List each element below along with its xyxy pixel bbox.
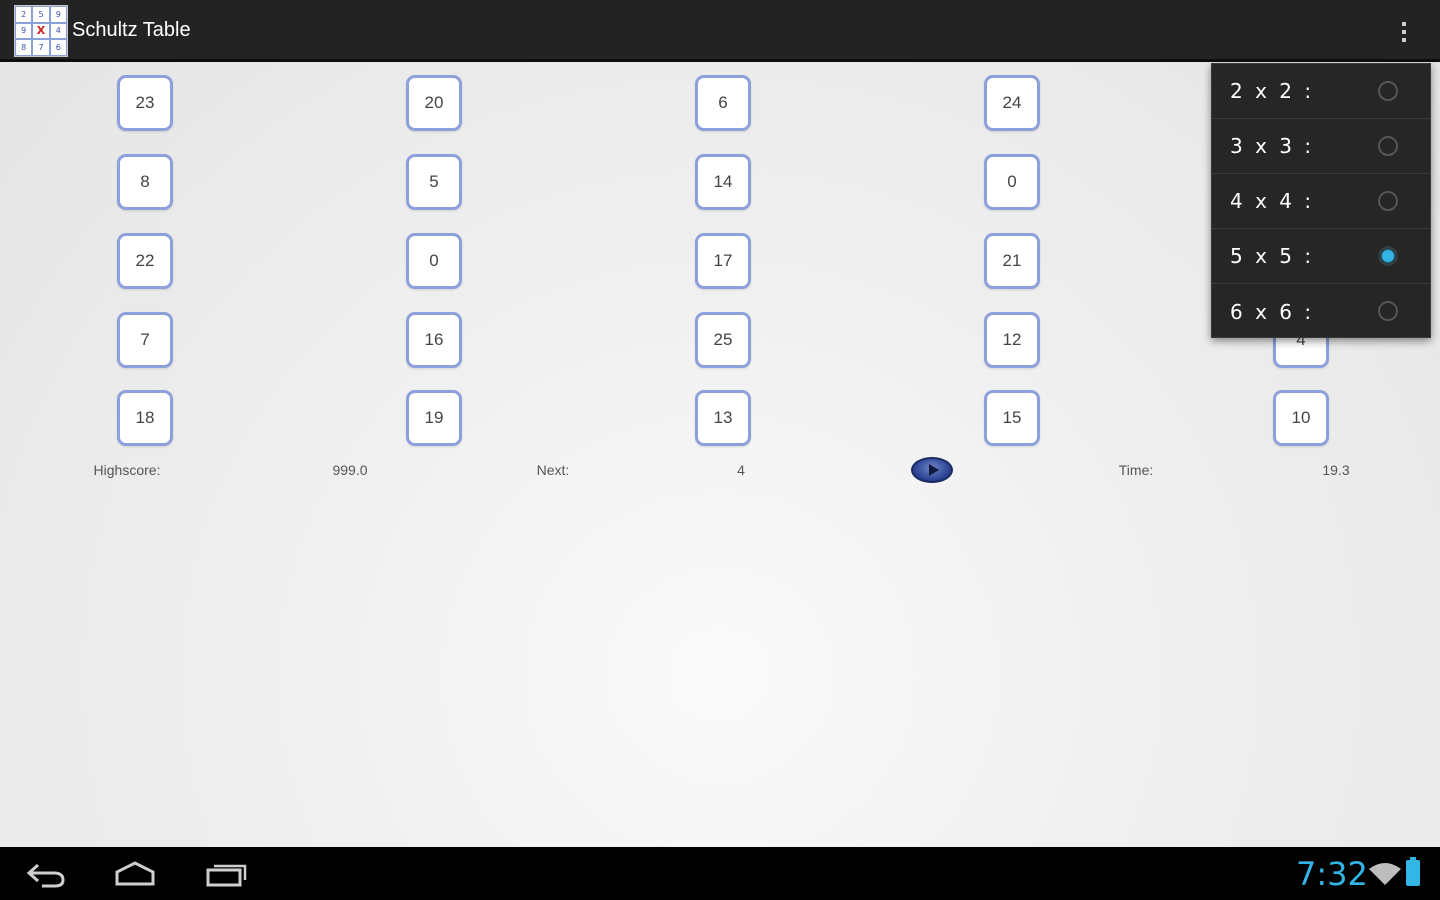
menu-item-3x3[interactable]: 3 x 3 :	[1212, 119, 1430, 174]
app-icon[interactable]: 2 5 9 9 X 4 8 7 6	[14, 5, 68, 57]
grid-cell[interactable]: 13	[695, 390, 751, 446]
action-bar: 2 5 9 9 X 4 8 7 6 Schultz Table	[0, 0, 1440, 62]
system-nav-bar: 7:32	[0, 847, 1440, 900]
grid-cell[interactable]: 10	[1273, 390, 1329, 446]
grid-cell[interactable]: 6	[695, 75, 751, 131]
play-button[interactable]	[911, 457, 953, 483]
next-label: Next:	[536, 462, 570, 478]
menu-item-label: 3 x 3 :	[1230, 134, 1315, 158]
grid-cell[interactable]: 12	[984, 312, 1040, 368]
menu-item-label: 6 x 6 :	[1230, 299, 1315, 324]
grid-cell[interactable]: 20	[406, 75, 462, 131]
play-icon	[928, 464, 939, 476]
grid-cell[interactable]: 25	[695, 312, 751, 368]
menu-item-label: 2 x 2 :	[1230, 79, 1315, 103]
battery-icon	[1406, 857, 1420, 886]
menu-item-4x4[interactable]: 4 x 4 :	[1212, 174, 1430, 229]
app-icon-digit: 9	[15, 22, 33, 40]
app-icon-digit: 2	[15, 6, 33, 23]
highscore-value: 999.0	[332, 462, 368, 478]
radio-button[interactable]	[1378, 191, 1398, 211]
app-icon-digit: 4	[49, 22, 67, 40]
grid-cell[interactable]: 24	[984, 75, 1040, 131]
time-value: 19.3	[1322, 462, 1350, 478]
grid-cell[interactable]: 17	[695, 233, 751, 289]
menu-item-6x6[interactable]: 6 x 6 :	[1212, 284, 1430, 339]
overflow-menu-icon[interactable]	[1388, 12, 1420, 52]
recent-apps-icon[interactable]	[204, 859, 250, 889]
grid-cell[interactable]: 0	[984, 154, 1040, 210]
grid-cell[interactable]: 18	[117, 390, 173, 446]
grid-cell[interactable]: 15	[984, 390, 1040, 446]
radio-button[interactable]	[1378, 81, 1398, 101]
radio-button-checked[interactable]	[1378, 246, 1398, 266]
app-title: Schultz Table	[72, 19, 191, 41]
radio-button[interactable]	[1378, 301, 1398, 321]
grid-size-menu: 2 x 2 : 3 x 3 : 4 x 4 : 5 x 5 : 6 x 6 :	[1211, 63, 1431, 338]
grid-cell[interactable]: 22	[117, 233, 173, 289]
status-clock: 7:32	[1296, 855, 1368, 893]
app-icon-digit: 5	[32, 6, 50, 23]
grid-cell[interactable]: 23	[117, 75, 173, 131]
grid-cell[interactable]: 14	[695, 154, 751, 210]
menu-item-label: 5 x 5 :	[1230, 244, 1315, 268]
home-icon[interactable]	[112, 859, 158, 889]
back-icon[interactable]	[24, 859, 68, 889]
grid-cell[interactable]: 7	[117, 312, 173, 368]
grid-cell[interactable]: 8	[117, 154, 173, 210]
radio-button[interactable]	[1378, 136, 1398, 156]
grid-cell[interactable]: 21	[984, 233, 1040, 289]
time-label: Time:	[1118, 462, 1154, 478]
app-icon-digit: 6	[49, 39, 67, 56]
app-icon-digit: 7	[32, 39, 50, 56]
grid-cell[interactable]: 5	[406, 154, 462, 210]
grid-cell[interactable]: 0	[406, 233, 462, 289]
menu-item-2x2[interactable]: 2 x 2 :	[1212, 64, 1430, 119]
menu-item-label: 4 x 4 :	[1230, 189, 1315, 213]
grid-cell[interactable]: 16	[406, 312, 462, 368]
menu-item-5x5[interactable]: 5 x 5 :	[1212, 229, 1430, 284]
app-icon-digit: 9	[49, 6, 67, 23]
next-value: 4	[737, 462, 745, 478]
highscore-label: Highscore:	[93, 462, 161, 478]
app-icon-mark: X	[32, 22, 50, 40]
grid-cell[interactable]: 19	[406, 390, 462, 446]
app-icon-digit: 8	[15, 39, 33, 56]
wifi-icon	[1369, 863, 1401, 885]
